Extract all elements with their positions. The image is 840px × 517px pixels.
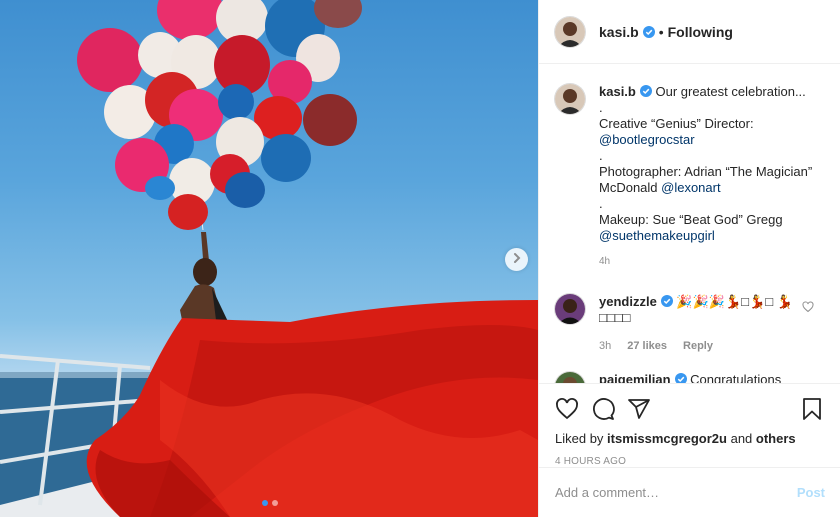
verified-badge-icon xyxy=(642,25,655,38)
post-comment-button[interactable]: Post xyxy=(797,485,825,500)
caption-body: kasi.b Our greatest celebration... . Cre… xyxy=(599,84,824,270)
comment-username[interactable]: paigemilian xyxy=(599,372,671,383)
mention-link[interactable]: @lexonart xyxy=(661,180,720,195)
carousel-dots xyxy=(262,500,278,506)
caption-avatar[interactable] xyxy=(555,84,585,114)
balloon-cluster xyxy=(77,0,362,230)
instagram-post: kasi.b • Following kasi.b Our greatest c… xyxy=(0,0,840,517)
liked-by-prefix: Liked by xyxy=(555,431,608,446)
comment-icon[interactable] xyxy=(591,397,615,421)
post-side-panel: kasi.b • Following kasi.b Our greatest c… xyxy=(538,0,840,517)
comment-like-heart-icon[interactable] xyxy=(802,301,814,316)
mention-link[interactable]: @suethemakeupgirl xyxy=(599,228,715,243)
commenter-avatar[interactable] xyxy=(555,294,585,324)
carousel-next-button[interactable] xyxy=(505,248,528,271)
post-timestamp[interactable]: 4 HOURS AGO xyxy=(555,456,824,467)
comment-time[interactable]: 3h xyxy=(599,338,611,354)
post-photo-scene xyxy=(0,0,538,517)
liked-by: Liked by itsmissmcgregor2u and others xyxy=(555,431,824,446)
comment-likes[interactable]: 27 likes xyxy=(627,338,667,354)
caption-time[interactable]: 4h xyxy=(599,254,824,270)
caption-text: . xyxy=(599,148,603,163)
caption-text: Makeup: Sue “Beat God” Gregg xyxy=(599,212,783,227)
comment-item: paigemilian Congratulations xyxy=(555,372,824,383)
post-header: kasi.b • Following xyxy=(539,0,840,64)
bookmark-icon[interactable] xyxy=(800,397,824,421)
post-caption: kasi.b Our greatest celebration... . Cre… xyxy=(555,84,824,270)
following-button[interactable]: Following xyxy=(668,24,733,40)
comment-text: Congratulations xyxy=(690,372,782,383)
comment-meta: 3h 27 likes Reply xyxy=(599,338,799,354)
comments-list[interactable]: kasi.b Our greatest celebration... . Cre… xyxy=(539,64,840,383)
action-icons xyxy=(555,396,824,422)
comment-username[interactable]: yendizzle xyxy=(599,294,657,309)
share-icon[interactable] xyxy=(627,397,651,421)
heart-icon[interactable] xyxy=(555,397,579,421)
comment-body: paigemilian Congratulations xyxy=(599,372,799,383)
post-photo[interactable] xyxy=(0,0,538,517)
caption-text: Our greatest celebration... xyxy=(655,84,806,99)
caption-text: . xyxy=(599,100,603,115)
caption-text: Creative “Genius” Director: xyxy=(599,116,754,131)
header-separator: • xyxy=(658,23,664,40)
commenter-avatar[interactable] xyxy=(555,372,585,383)
author-avatar[interactable] xyxy=(555,16,585,47)
verified-badge-icon xyxy=(674,373,687,383)
liked-by-others[interactable]: others xyxy=(756,431,796,446)
caption-text: . xyxy=(599,196,603,211)
add-comment-bar: Post xyxy=(539,467,840,517)
chevron-right-icon xyxy=(511,252,523,267)
comment-input[interactable] xyxy=(555,485,797,500)
liked-by-suffix: and xyxy=(726,431,756,446)
red-gown xyxy=(86,300,538,517)
mention-link[interactable]: @bootlegrocstar xyxy=(599,132,695,147)
liked-by-user[interactable]: itsmissmcgregor2u xyxy=(607,431,727,446)
caption-username[interactable]: kasi.b xyxy=(599,84,636,99)
comment-reply-button[interactable]: Reply xyxy=(683,338,713,354)
author-username[interactable]: kasi.b xyxy=(599,24,639,40)
verified-badge-icon xyxy=(660,295,673,307)
carousel-dot xyxy=(272,500,278,506)
carousel-dot-active xyxy=(262,500,268,506)
comment-body: yendizzle 🎉🎉🎉💃□💃□ 💃□□□□ 3h 27 likes Repl… xyxy=(599,294,799,354)
comment-item: yendizzle 🎉🎉🎉💃□💃□ 💃□□□□ 3h 27 likes Repl… xyxy=(555,294,824,354)
verified-badge-icon xyxy=(639,85,652,97)
